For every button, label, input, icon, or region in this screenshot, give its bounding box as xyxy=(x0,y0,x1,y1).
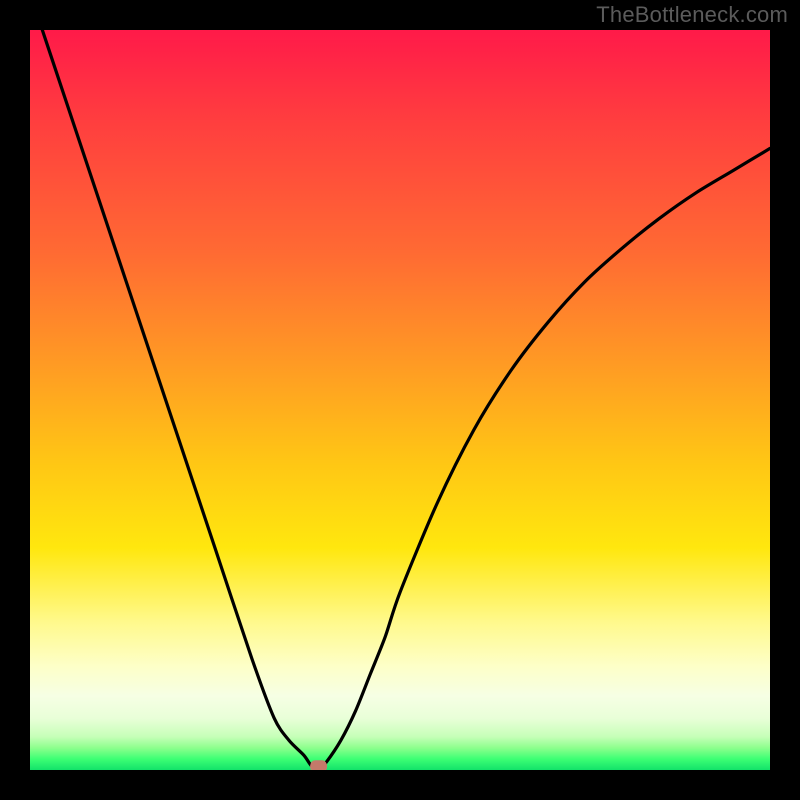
curve-svg xyxy=(30,30,770,770)
chart-frame: TheBottleneck.com xyxy=(0,0,800,800)
bottleneck-curve-path xyxy=(30,30,770,770)
watermark-text: TheBottleneck.com xyxy=(596,2,788,28)
plot-area xyxy=(30,30,770,770)
optimal-point-marker xyxy=(311,761,327,770)
